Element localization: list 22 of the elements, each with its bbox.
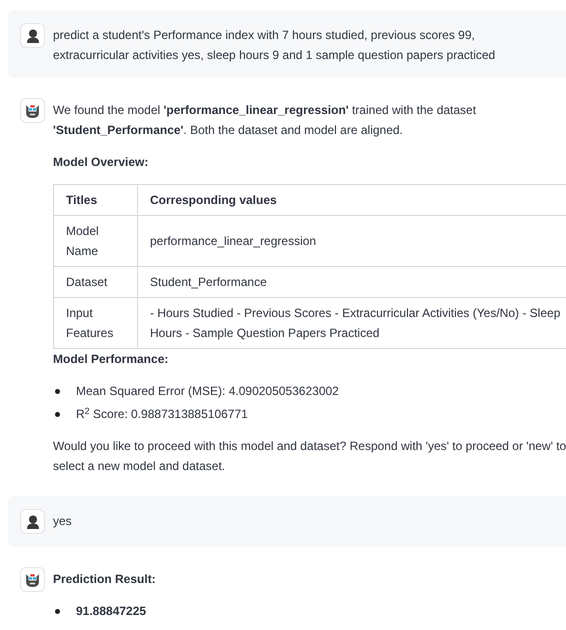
section-heading: Model Performance:: [53, 351, 170, 368]
robot-avatar-icon: [20, 567, 45, 592]
list-item-text: R$^{2}$ Score: 0.9887313885106771: [76, 404, 248, 423]
section-heading: Model Overview:: [53, 154, 150, 171]
message-text: We found the model 'performance_linear_regression' trained with the dataset 'Student_Performance'. Both the dataset and model are aligned.: [53, 102, 478, 139]
robot-avatar-icon: [20, 98, 45, 123]
bullet-icon: [55, 412, 60, 416]
table-header-cell: Corresponding values: [138, 184, 566, 216]
user-avatar-icon: [20, 23, 45, 48]
section-heading: Prediction Result:: [53, 571, 157, 588]
table-cell: Model Name: [54, 216, 138, 266]
user-avatar-icon: [20, 509, 45, 534]
table-header-cell: Titles: [54, 184, 138, 216]
table-cell: Dataset: [54, 266, 138, 298]
message-text: yes: [53, 513, 72, 530]
bullet-icon: [55, 388, 60, 394]
message-text: predict a student's Performance index with 7 hours studied, previous scores 99, extracurricular activities yes, sleep hours 9 and 1 sample question papers practiced: [53, 27, 496, 64]
list-item-text: 91.88847225: [76, 603, 146, 620]
list-item-text: Mean Squared Error (MSE): 4.090205053623002: [76, 383, 339, 400]
bullet-icon: [55, 608, 60, 614]
table-cell: Input Features: [54, 298, 138, 348]
message-text: Would you like to proceed with this model and dataset? Respond with 'yes' to proceed or 'new' to select a new model and dataset.: [53, 438, 566, 475]
